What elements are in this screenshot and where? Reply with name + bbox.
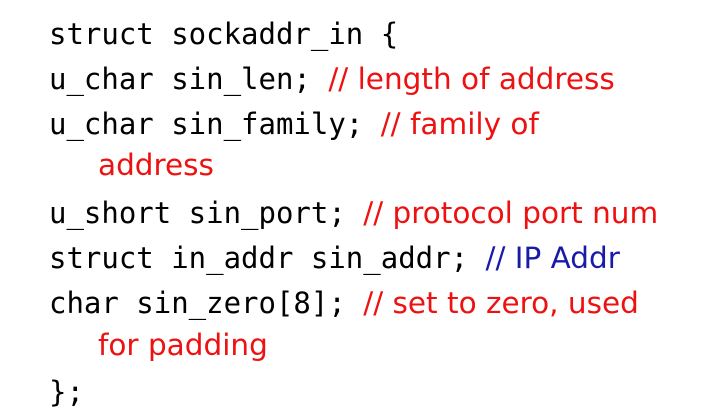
code-comment: // IP Addr [485, 241, 620, 275]
code-comment: // family of [380, 107, 539, 141]
code-comment: address [98, 148, 214, 182]
code-comment: for padding [98, 328, 268, 362]
code-slide: struct sockaddr_in { u_char sin_len; // … [0, 0, 723, 408]
code-text: struct sockaddr_in { [49, 17, 399, 51]
code-comment: // length of address [328, 62, 615, 96]
code-comment: // protocol port num [363, 196, 659, 230]
code-text: }; [49, 375, 84, 408]
code-line-sin-zero-cont: for padding [82, 315, 268, 377]
code-comment: // set to zero, used [363, 286, 639, 320]
code-line-struct-close: }; [33, 362, 84, 408]
code-text: u_char sin_len; [49, 62, 329, 96]
code-text: struct in_addr sin_addr; [49, 241, 486, 275]
code-text: u_short sin_port; [49, 196, 364, 230]
